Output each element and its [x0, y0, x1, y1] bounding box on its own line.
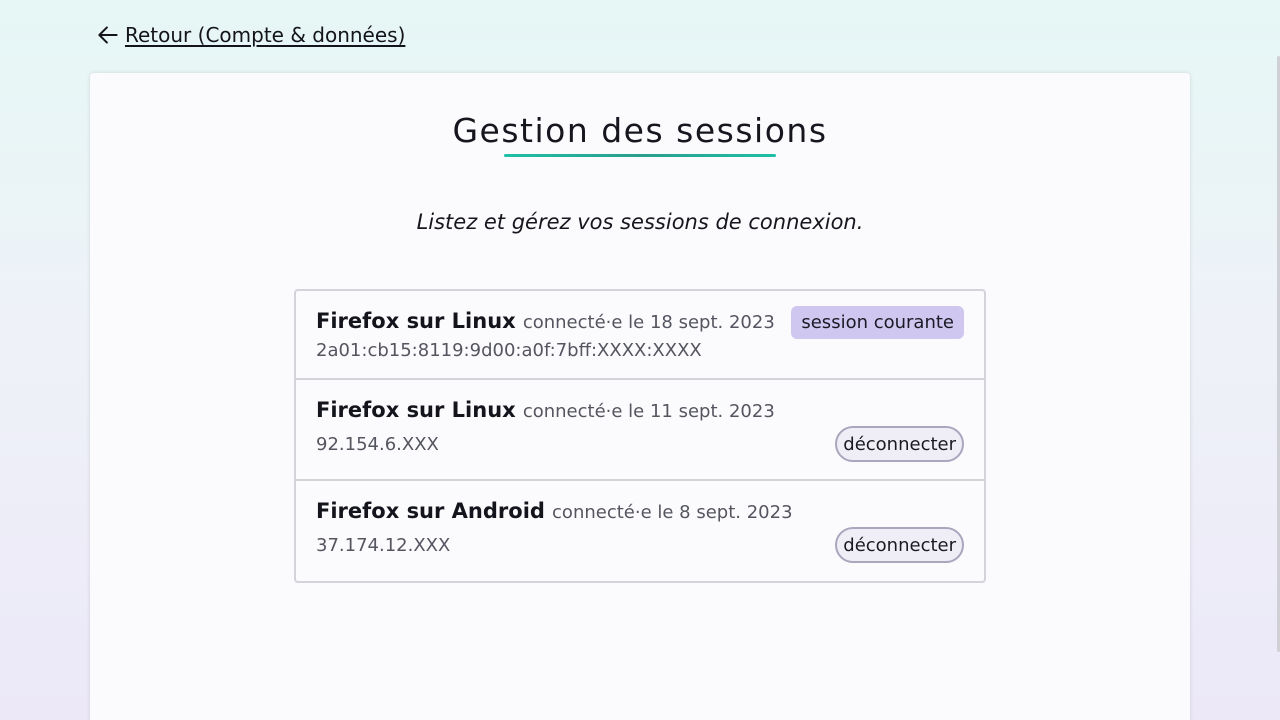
session-connected-date: connecté·e le 11 sept. 2023: [522, 401, 775, 422]
disconnect-button[interactable]: déconnecter: [835, 527, 964, 563]
session-browser: Firefox sur Android: [316, 499, 545, 523]
main-card: Gestion des sessions Listez et gérez vos…: [90, 73, 1190, 720]
back-link[interactable]: Retour (Compte & données): [95, 22, 405, 48]
session-ip: 92.154.6.XXX: [316, 434, 439, 455]
sessions-list: Firefox sur Linux connecté·e le 18 sept.…: [294, 289, 986, 583]
disconnect-button[interactable]: déconnecter: [835, 426, 964, 462]
session-ip: 2a01:cb15:8119:9d00:a0f:7bff:XXXX:XXXX: [316, 340, 702, 361]
arrow-left-icon: [98, 26, 118, 44]
session-header: Firefox sur Android connecté·e le 8 sept…: [316, 499, 793, 523]
session-ip: 37.174.12.XXX: [316, 535, 451, 556]
session-header: Firefox sur Linux connecté·e le 18 sept.…: [316, 309, 775, 333]
session-browser: Firefox sur Linux: [316, 398, 516, 422]
session-browser: Firefox sur Linux: [316, 309, 516, 333]
title-underline: [504, 154, 776, 157]
current-session-badge: session courante: [791, 306, 964, 339]
session-connected-date: connecté·e le 18 sept. 2023: [522, 312, 775, 333]
page-subtitle: Listez et gérez vos sessions de connexio…: [416, 210, 864, 234]
back-link-label: Retour (Compte & données): [125, 23, 406, 47]
session-row: Firefox sur Android connecté·e le 8 sept…: [296, 481, 984, 581]
page-title: Gestion des sessions: [452, 111, 828, 150]
session-connected-date: connecté·e le 8 sept. 2023: [552, 502, 793, 523]
session-header: Firefox sur Linux connecté·e le 11 sept.…: [316, 398, 775, 422]
session-row: Firefox sur Linux connecté·e le 11 sept.…: [296, 380, 984, 481]
session-row: Firefox sur Linux connecté·e le 18 sept.…: [296, 291, 984, 380]
